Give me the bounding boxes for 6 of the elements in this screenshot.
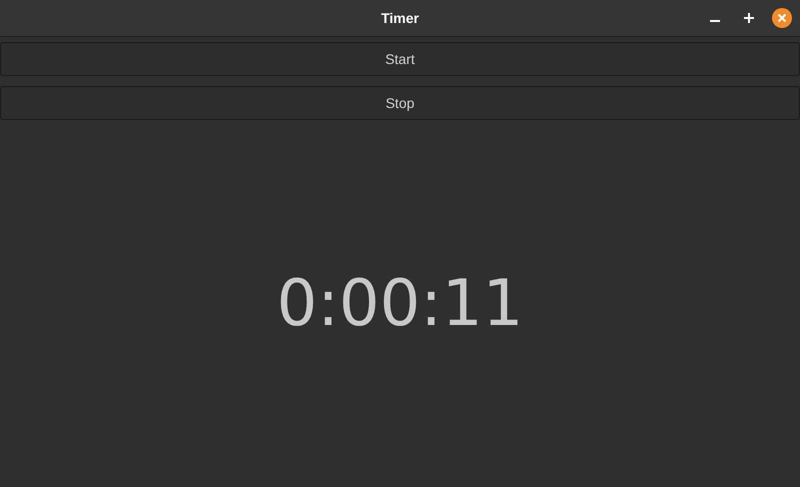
window-title: Timer — [381, 8, 419, 28]
close-icon[interactable] — [772, 8, 792, 28]
action-button[interactable]: Stop — [0, 86, 800, 120]
timer-display: 0:00:11 — [276, 266, 524, 342]
action-button[interactable]: Start — [0, 42, 800, 76]
maximize-icon[interactable] — [744, 13, 754, 23]
